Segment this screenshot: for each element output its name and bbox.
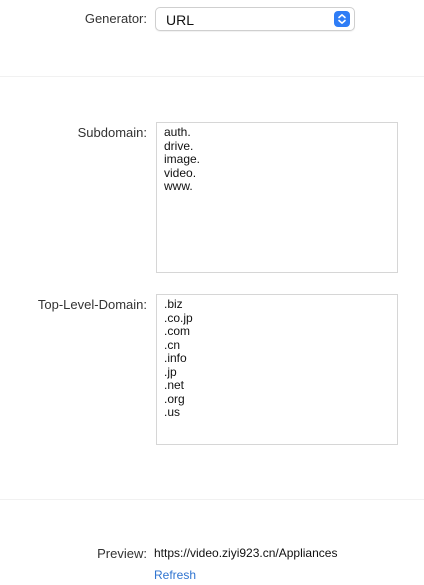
list-item[interactable]: drive.: [164, 139, 397, 154]
section-divider: [0, 76, 424, 77]
refresh-link[interactable]: Refresh: [154, 568, 196, 582]
preview-label: Preview:: [97, 546, 147, 561]
generator-label: Generator:: [84, 11, 147, 26]
list-item[interactable]: .us: [164, 405, 397, 420]
list-item[interactable]: .biz: [164, 297, 397, 312]
tld-label: Top-Level-Domain:: [37, 297, 147, 312]
subdomain-list[interactable]: auth. drive. image. video. www.: [156, 122, 398, 273]
list-item[interactable]: www.: [164, 179, 397, 194]
list-item[interactable]: video.: [164, 166, 397, 181]
url-generator-panel: Generator: URL Subdomain: auth. drive. ima…: [0, 0, 424, 585]
list-item[interactable]: .cn: [164, 338, 397, 353]
subdomain-label: Subdomain:: [77, 125, 147, 140]
list-item[interactable]: .jp: [164, 365, 397, 380]
list-item[interactable]: .info: [164, 351, 397, 366]
list-item[interactable]: .net: [164, 378, 397, 393]
tld-list[interactable]: .biz .co.jp .com .cn .info .jp .net .org .us: [156, 294, 398, 445]
list-item[interactable]: image.: [164, 152, 397, 167]
generator-select-value: URL: [166, 12, 195, 28]
chevron-updown-icon: [334, 11, 350, 27]
preview-url: https://video.ziyi923.cn/Appliances: [154, 546, 338, 560]
list-item[interactable]: .org: [164, 392, 397, 407]
generator-select[interactable]: URL: [155, 7, 355, 31]
list-item[interactable]: .com: [164, 324, 397, 339]
list-item[interactable]: .co.jp: [164, 311, 397, 326]
list-item[interactable]: auth.: [164, 125, 397, 140]
section-divider: [0, 499, 424, 500]
